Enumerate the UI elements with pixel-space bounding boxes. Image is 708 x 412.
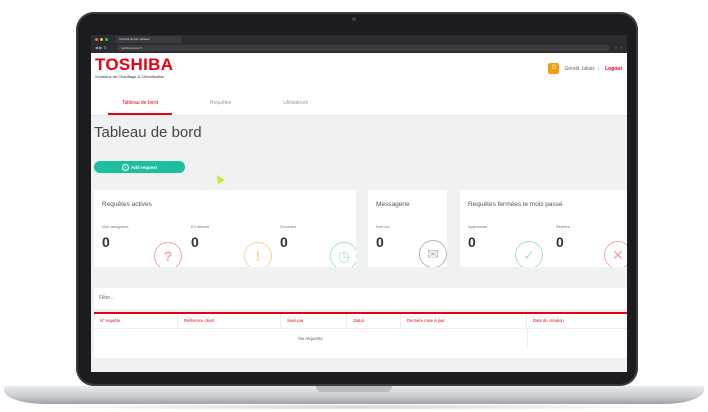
column-header[interactable]: N° requête: [94, 314, 178, 328]
clock-icon: ◷: [330, 242, 356, 267]
column-header[interactable]: Suivi par: [281, 314, 347, 328]
metric-value: 0: [468, 234, 476, 250]
camera-icon: [352, 17, 356, 21]
requests-table: N° requête Référence client Suivi par St…: [94, 312, 627, 358]
browser-menu-icon[interactable]: ☆ ⋮: [614, 45, 623, 50]
browser-chrome: Toshiba Suivis: tableau ◀ ▶ ↻ toshiba-de…: [91, 35, 627, 53]
metric-unread[interactable]: Non lus 0: [376, 224, 390, 250]
metric-value: 0: [556, 234, 564, 250]
question-icon: ?: [154, 242, 182, 267]
metric-value: 0: [280, 234, 288, 250]
metric-label: Non lus: [376, 224, 390, 229]
filter-input[interactable]: Filter...: [94, 288, 627, 309]
card-title: Messagerie: [376, 201, 410, 208]
column-header[interactable]: Statut: [347, 314, 401, 328]
logout-link[interactable]: Logout: [605, 66, 622, 72]
metric-label: Approuvés: [468, 224, 488, 229]
tab-utilisateurs[interactable]: Utilisateurs: [257, 100, 334, 115]
add-request-label: Add request: [130, 164, 158, 170]
column-header[interactable]: Dernière mise à jour: [401, 314, 527, 328]
separator: |: [597, 65, 600, 72]
metric-label: Ouvertes: [280, 224, 297, 229]
tab-requetes[interactable]: Requêtes: [184, 100, 257, 115]
user-area: G Gérald Jallais | Logout: [548, 63, 622, 74]
main-tabs: Tableau de bord Requêtes Utilisateurs: [91, 87, 627, 116]
metric-label: Rejetés: [556, 224, 570, 229]
user-name: Gérald Jallais: [564, 65, 595, 72]
active-requests-card: Requêtes actives Non assignées 0 ? En at…: [94, 190, 356, 267]
mouse-cursor-icon: [213, 172, 225, 185]
metric-pending[interactable]: En attente 0: [191, 224, 209, 250]
laptop-notch: [316, 386, 392, 392]
plus-icon: +: [121, 163, 129, 171]
closed-requests-card: Requêtes fermées le mois passé Approuvés…: [460, 190, 627, 267]
empty-table-message: No requests: [94, 329, 528, 349]
column-header[interactable]: Date de création: [527, 314, 627, 328]
check-icon: ✓: [515, 241, 543, 267]
metric-value: 0: [191, 234, 199, 250]
metric-value: 0: [376, 234, 384, 250]
table-header: N° requête Référence client Suivi par St…: [94, 314, 627, 329]
close-window-dot[interactable]: [95, 37, 98, 41]
card-title: Requêtes actives: [102, 201, 152, 208]
toshiba-logo[interactable]: TOSHIBA: [95, 56, 173, 73]
metric-unassigned[interactable]: Non assignées 0: [102, 224, 128, 250]
screen: Toshiba Suivis: tableau ◀ ▶ ↻ toshiba-de…: [91, 35, 627, 372]
column-header[interactable]: Référence client: [178, 314, 281, 328]
metric-rejected[interactable]: Rejetés 0: [556, 224, 570, 250]
metric-value: 0: [102, 234, 110, 250]
alert-icon: !: [244, 242, 272, 267]
url-field[interactable]: toshiba-demo.fr: [117, 44, 611, 51]
browser-nav-icons[interactable]: ◀ ▶ ↻: [95, 45, 117, 50]
metric-approved[interactable]: Approuvés 0: [468, 224, 487, 250]
page-title: Tableau de bord: [94, 124, 202, 141]
browser-tabbar: Toshiba Suivis: tableau: [91, 35, 627, 43]
browser-tab[interactable]: Toshiba Suivis: tableau: [116, 35, 181, 43]
user-avatar[interactable]: G: [548, 63, 560, 74]
maximize-window-dot[interactable]: [105, 37, 108, 41]
logo-tagline: Solutions de Chauffage & Climatisation: [95, 74, 165, 79]
laptop-shadow: [20, 404, 688, 410]
envelope-icon: ✉: [419, 240, 447, 267]
x-icon: ✕: [604, 241, 627, 267]
add-request-button[interactable]: + Add request: [94, 161, 185, 173]
tab-tableau-de-bord[interactable]: Tableau de bord: [96, 100, 184, 115]
minimize-window-dot[interactable]: [100, 37, 103, 41]
metric-open[interactable]: Ouvertes 0: [280, 224, 296, 250]
card-title: Requêtes fermées le mois passé: [468, 201, 563, 208]
metric-label: Non assignées: [102, 224, 129, 229]
messages-card: Messagerie Non lus 0 ✉: [368, 190, 447, 267]
app-header: TOSHIBA Solutions de Chauffage & Climati…: [91, 53, 627, 87]
address-bar: ◀ ▶ ↻ toshiba-demo.fr ☆ ⋮: [95, 44, 623, 51]
metric-label: En attente: [191, 224, 210, 229]
